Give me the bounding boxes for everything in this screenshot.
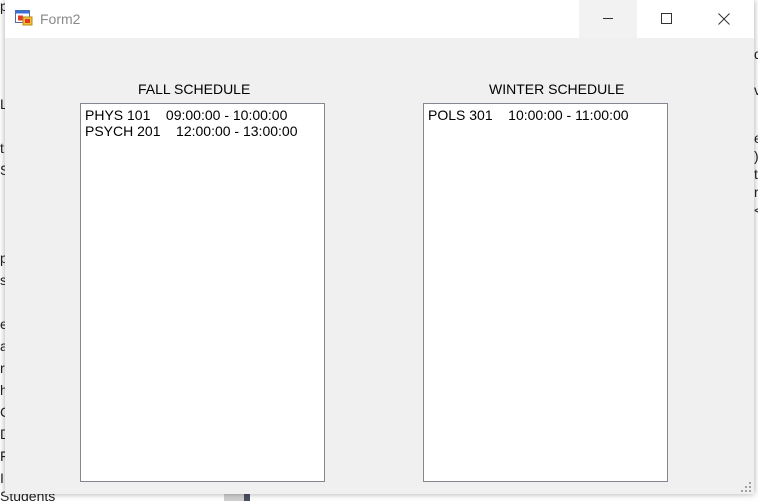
- background-text: d: [754, 46, 758, 62]
- fall-schedule-label: FALL SCHEDULE: [138, 81, 251, 97]
- list-item[interactable]: POLS 301 10:00:00 - 11:00:00: [424, 107, 667, 123]
- background-text: e: [754, 130, 758, 146]
- background-scrollbar: [224, 494, 244, 501]
- close-button[interactable]: [695, 0, 753, 38]
- title-bar[interactable]: Form2: [5, 0, 754, 38]
- size-grip-icon[interactable]: [740, 480, 752, 492]
- background-panel: [244, 494, 250, 501]
- background-text: r: [754, 184, 758, 200]
- background-app-right-edge: d v e ) t r <: [754, 38, 758, 498]
- background-text: ): [754, 148, 758, 164]
- minimize-button[interactable]: [579, 0, 637, 38]
- background-text: t: [754, 166, 758, 182]
- maximize-button[interactable]: [637, 0, 695, 38]
- list-item[interactable]: PSYCH 201 12:00:00 - 13:00:00: [81, 123, 324, 139]
- form2-window: Form2 FALL SCHEDULE WINTER SCHEDULE PHYS…: [5, 0, 754, 494]
- window-title: Form2: [40, 11, 81, 27]
- list-item[interactable]: PHYS 101 09:00:00 - 10:00:00: [81, 107, 324, 123]
- fall-schedule-listbox[interactable]: PHYS 101 09:00:00 - 10:00:00 PSYCH 201 1…: [80, 103, 325, 482]
- maximize-icon: [661, 13, 672, 24]
- form-app-icon[interactable]: [15, 10, 33, 26]
- winter-schedule-label: WINTER SCHEDULE: [489, 81, 625, 97]
- close-icon: [718, 13, 730, 25]
- background-text: <: [754, 202, 758, 218]
- winter-schedule-listbox[interactable]: POLS 301 10:00:00 - 11:00:00: [423, 103, 668, 482]
- background-text: v: [754, 82, 758, 98]
- form-client-area: FALL SCHEDULE WINTER SCHEDULE PHYS 101 0…: [5, 38, 754, 494]
- minimize-icon: [603, 18, 613, 19]
